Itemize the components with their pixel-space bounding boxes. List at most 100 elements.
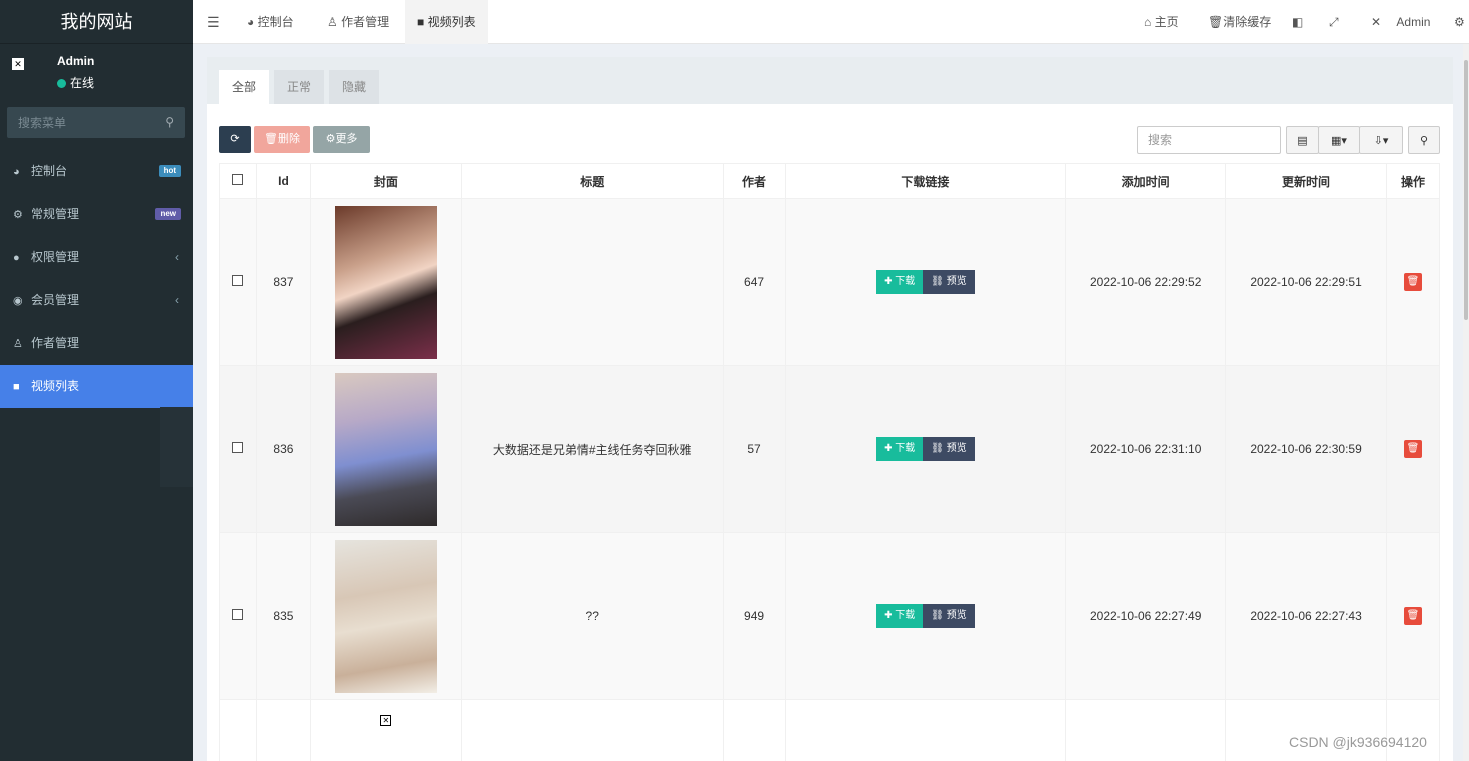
status-text: 在线 xyxy=(70,76,95,90)
row-updated-time: 2022-10-06 22:27:43 xyxy=(1225,532,1387,700)
tab-videos[interactable]: ■ 视频列表 xyxy=(405,0,488,44)
columns-button[interactable]: ▦▾ xyxy=(1318,126,1360,154)
sidebar: 我的网站 ✕ Admin 在线 ⚲ ◕ 控制台 hot ⚙ 常规管理 new ● 权限… xyxy=(0,0,193,761)
row-title xyxy=(460,699,724,761)
delete-row-button[interactable]: 🗑 xyxy=(1403,607,1422,625)
header-added: 添加时间 xyxy=(1065,163,1227,199)
row-id xyxy=(255,699,311,761)
sidebar-item-label: 视频列表 xyxy=(31,379,80,393)
panel-tabs: 全部 正常 隐藏 xyxy=(207,57,1453,104)
sidebar-item-authors[interactable]: ♙ 作者管理 xyxy=(0,322,193,365)
cover-image[interactable] xyxy=(334,205,437,359)
select-all-cell xyxy=(219,163,257,199)
clear-cache-button[interactable]: 🗑清除缓存 xyxy=(1208,0,1271,44)
row-author: 647 xyxy=(722,198,786,366)
preview-button[interactable]: ⛓ 预览 xyxy=(923,437,975,461)
row-download-cell: ✚ 下载 ⛓ 预览 xyxy=(784,532,1067,700)
grid-icon: ▦▾ xyxy=(1331,135,1347,147)
settings-icon[interactable]: ⚙ xyxy=(1454,0,1465,44)
tab-hidden[interactable]: 隐藏 xyxy=(329,70,380,104)
advanced-search-button[interactable]: ⚲ xyxy=(1408,126,1440,154)
video-icon: ■ xyxy=(13,381,20,393)
download-label: 下载 xyxy=(895,443,916,454)
tab-all[interactable]: 全部 xyxy=(219,70,270,104)
row-added-time: 2022-10-06 22:31:10 xyxy=(1065,365,1227,533)
header-id[interactable]: Id xyxy=(255,163,311,199)
sidebar-menu: ◕ 控制台 hot ⚙ 常规管理 new ● 权限管理 ‹ ◉ 会员管理 ‹ ♙ 作者管理… xyxy=(0,150,193,408)
sidebar-item-general[interactable]: ⚙ 常规管理 new xyxy=(0,193,193,236)
row-download-cell xyxy=(784,699,1067,761)
cover-image[interactable] xyxy=(334,372,437,526)
home-icon: ⌂ xyxy=(1144,15,1155,29)
refresh-button[interactable]: ⟳ xyxy=(219,126,251,153)
row-select-cell xyxy=(219,532,257,700)
dashboard-icon: ◕ xyxy=(13,166,20,178)
row-actions-cell xyxy=(1385,699,1441,761)
preview-label: 预览 xyxy=(946,276,967,287)
preview-button[interactable]: ⛓ 预览 xyxy=(923,604,975,628)
delete-row-button[interactable]: 🗑 xyxy=(1403,273,1422,291)
delete-label: 删除 xyxy=(277,133,300,145)
download-label: 下载 xyxy=(895,276,916,287)
cover-image[interactable] xyxy=(334,539,437,693)
delete-button[interactable]: 🗑删除 xyxy=(254,126,310,153)
sidebar-item-dashboard[interactable]: ◕ 控制台 hot xyxy=(0,150,193,193)
tab-authors[interactable]: ♙ 作者管理 xyxy=(315,0,401,44)
tab-dashboard[interactable]: ◕ 控制台 xyxy=(235,0,306,44)
tab-label: 作者管理 xyxy=(341,15,390,29)
gear-icon: ⚙ xyxy=(325,133,336,145)
cogs-icon: ⚙ xyxy=(13,209,23,221)
row-id: 836 xyxy=(255,365,311,533)
menu-toggle-icon[interactable]: ☰ xyxy=(207,14,220,31)
row-checkbox[interactable] xyxy=(232,275,244,286)
table-row: 836 大数据还是兄弟情#主线任务夺回秋雅 57 ✚ 下载 ⛓ 预览 2022-1… xyxy=(219,365,1441,533)
sidebar-item-permission[interactable]: ● 权限管理 ‹ xyxy=(0,236,193,279)
sidebar-item-label: 常规管理 xyxy=(31,207,80,221)
preview-label: 预览 xyxy=(946,610,967,621)
preview-button[interactable]: ⛓ 预览 xyxy=(923,270,975,294)
row-id: 835 xyxy=(255,532,311,700)
row-checkbox[interactable] xyxy=(232,442,244,453)
table-row: ✕ xyxy=(219,699,1441,761)
sidebar-item-label: 会员管理 xyxy=(31,293,80,307)
fullscreen-icon[interactable]: ⤢ xyxy=(1329,0,1339,44)
download-button[interactable]: ✚ 下载 xyxy=(876,437,924,461)
online-dot-icon xyxy=(57,79,66,88)
row-title: ?? xyxy=(460,532,724,700)
sidebar-item-members[interactable]: ◉ 会员管理 ‹ xyxy=(0,279,193,322)
more-button[interactable]: ⚙更多 xyxy=(313,126,370,153)
table-search-input[interactable] xyxy=(1137,126,1281,154)
row-actions-cell: 🗑 xyxy=(1385,198,1441,366)
home-link[interactable]: ⌂ 主页 xyxy=(1144,0,1179,44)
row-updated-time: 2022-10-06 22:30:59 xyxy=(1225,365,1387,533)
scrollbar-thumb[interactable] xyxy=(1464,60,1468,320)
tab-normal[interactable]: 正常 xyxy=(274,70,325,104)
export-button[interactable]: ⇩▾ xyxy=(1359,126,1403,154)
row-updated-time xyxy=(1225,699,1387,761)
user-panel: ✕ Admin 在线 xyxy=(0,44,193,102)
download-button[interactable]: ✚ 下载 xyxy=(876,270,924,294)
admin-menu[interactable]: ✕ Admin xyxy=(1371,0,1430,44)
sidebar-item-videos[interactable]: ■ 视频列表 xyxy=(0,365,193,408)
tab-label: 控制台 xyxy=(257,15,294,29)
search-icon[interactable]: ⚲ xyxy=(165,115,174,129)
avatar: ✕ xyxy=(12,58,24,70)
preview-label: 预览 xyxy=(946,443,967,454)
dashboard-icon: ◕ xyxy=(247,15,258,29)
row-cover-cell xyxy=(309,532,462,700)
header-title: 标题 xyxy=(460,163,724,199)
refresh-icon: ⟳ xyxy=(230,133,240,145)
toggle-view-button[interactable]: ▤ xyxy=(1286,126,1319,154)
row-added-time: 2022-10-06 22:29:52 xyxy=(1065,198,1227,366)
menu-search-input[interactable] xyxy=(7,107,157,138)
row-select-cell xyxy=(219,198,257,366)
row-checkbox[interactable] xyxy=(232,609,244,620)
row-select-cell xyxy=(219,699,257,761)
more-label: 更多 xyxy=(335,133,358,145)
site-logo[interactable]: 我的网站 xyxy=(0,0,193,44)
table-row: 837 647 ✚ 下载 ⛓ 预览 2022-10-06 22:29:52 202… xyxy=(219,198,1441,366)
delete-row-button[interactable]: 🗑 xyxy=(1403,440,1422,458)
download-button[interactable]: ✚ 下载 xyxy=(876,604,924,628)
language-icon[interactable]: ◧ xyxy=(1292,0,1303,44)
select-all-checkbox[interactable] xyxy=(232,174,244,185)
